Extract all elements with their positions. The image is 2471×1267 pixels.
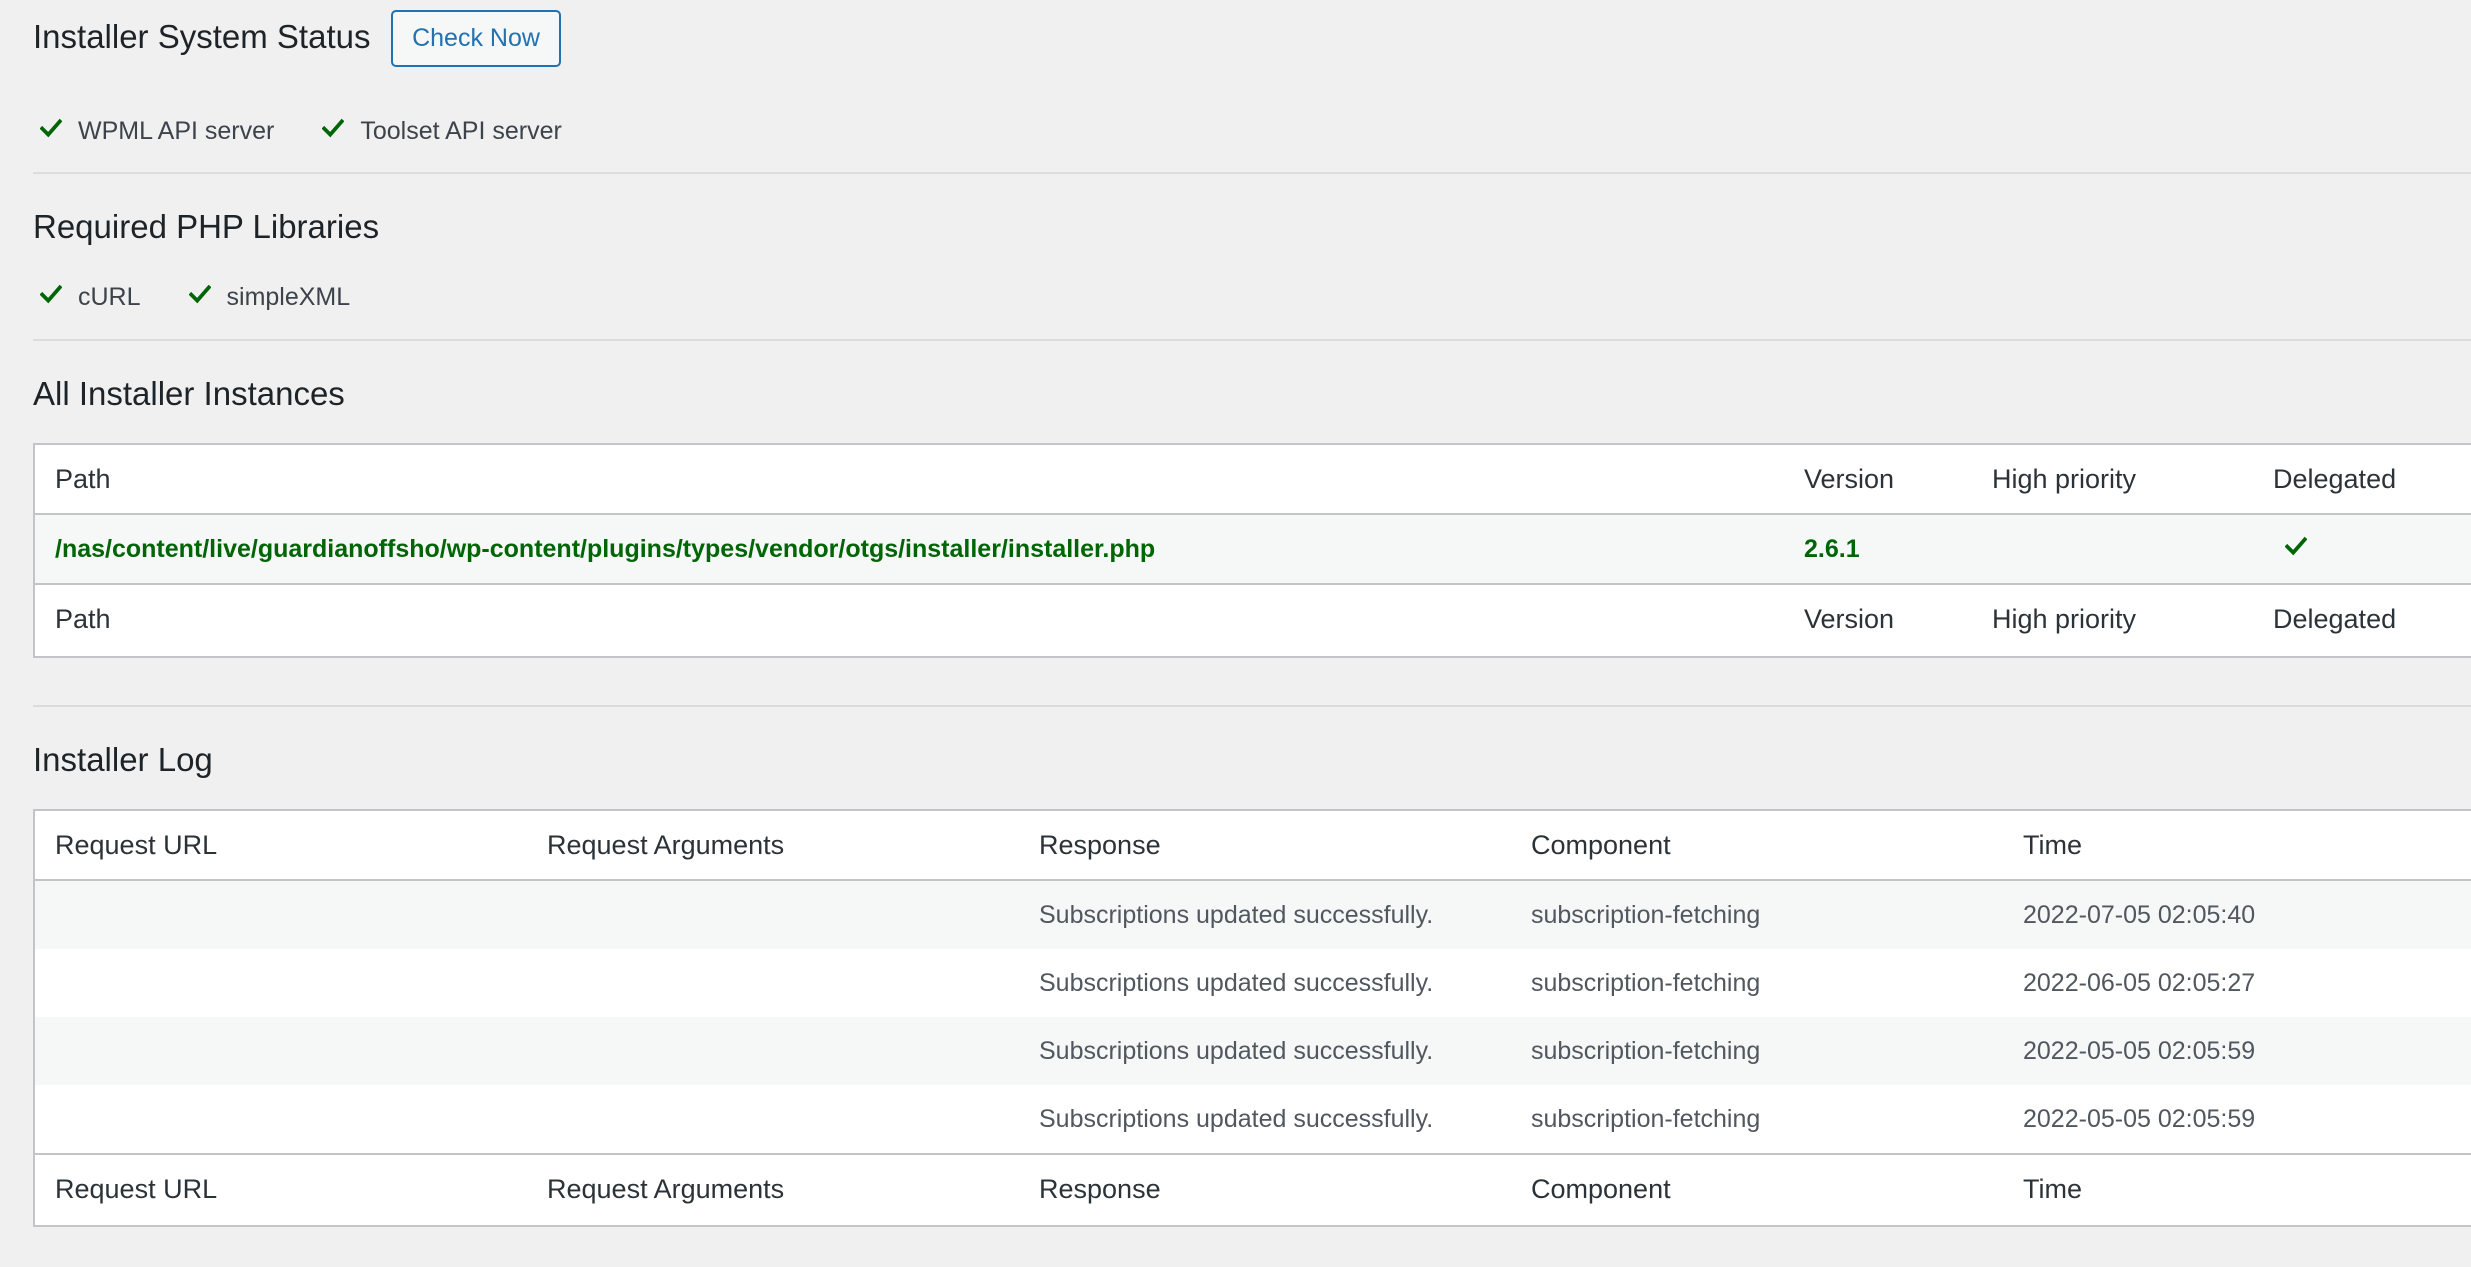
column-footer-request-arguments: Request Arguments (547, 1173, 785, 1204)
log-component: subscription-fetching (1531, 968, 1761, 997)
section-divider (33, 705, 2471, 707)
instance-version: 2.6.1 (1804, 534, 1860, 563)
section-divider (33, 172, 2471, 174)
php-library-curl: cURL (39, 282, 141, 312)
log-component: subscription-fetching (1531, 1036, 1761, 1065)
column-header-response: Response (1039, 829, 1161, 860)
installer-log-title: Installer Log (33, 741, 213, 778)
log-response: Subscriptions updated successfully. (1039, 1104, 1434, 1133)
check-icon (39, 283, 78, 312)
library-label: simpleXML (226, 282, 351, 311)
server-label: Toolset API server (360, 116, 562, 145)
table-row: Subscriptions updated successfully. subs… (35, 949, 2471, 1017)
column-header-delegated: Delegated (2273, 463, 2397, 494)
log-response: Subscriptions updated successfully. (1039, 900, 1434, 929)
log-time: 2022-05-05 02:05:59 (2023, 1104, 2256, 1133)
column-header-request-arguments: Request Arguments (547, 829, 785, 860)
server-status-toolset: Toolset API server (321, 116, 562, 146)
log-time: 2022-06-05 02:05:27 (2023, 968, 2256, 997)
column-header-time: Time (2023, 829, 2082, 860)
check-icon (2284, 535, 2308, 564)
table-row: Subscriptions updated successfully. subs… (35, 881, 2471, 949)
server-status-wpml: WPML API server (39, 116, 275, 146)
check-icon (188, 283, 227, 312)
column-footer-delegated: Delegated (2273, 603, 2397, 634)
table-header-row: Request URL Request Arguments Response C… (35, 811, 2471, 881)
log-time: 2022-07-05 02:05:40 (2023, 900, 2256, 929)
php-library-simplexml: simpleXML (188, 282, 351, 312)
column-header-request-url: Request URL (55, 829, 218, 860)
check-icon (321, 117, 360, 146)
column-footer-path: Path (55, 603, 111, 634)
column-footer-response: Response (1039, 1173, 1161, 1204)
table-header-row: Path Version High priority Delegated (35, 445, 2471, 515)
column-header-component: Component (1531, 829, 1671, 860)
system-status-title: Installer System Status (33, 18, 371, 55)
column-footer-time: Time (2023, 1173, 2082, 1204)
php-library-list: cURL simpleXML (39, 279, 398, 315)
log-response: Subscriptions updated successfully. (1039, 1036, 1434, 1065)
library-label: cURL (78, 282, 141, 311)
section-divider (33, 339, 2471, 341)
installer-log-table: Request URL Request Arguments Response C… (33, 809, 2471, 1227)
log-component: subscription-fetching (1531, 1104, 1761, 1133)
table-row: Subscriptions updated successfully. subs… (35, 1017, 2471, 1085)
log-component: subscription-fetching (1531, 900, 1761, 929)
column-header-version: Version (1804, 463, 1895, 494)
column-footer-version: Version (1804, 603, 1895, 634)
instance-delegated (2284, 515, 2308, 583)
server-status-list: WPML API server Toolset API server (39, 113, 610, 149)
php-libraries-title: Required PHP Libraries (33, 208, 380, 245)
check-now-button[interactable]: Check Now (391, 10, 561, 67)
table-row: /nas/content/live/guardianoffsho/wp-cont… (35, 515, 2471, 583)
instance-path: /nas/content/live/guardianoffsho/wp-cont… (55, 534, 1156, 563)
column-footer-high-priority: High priority (1992, 603, 2137, 634)
column-footer-component: Component (1531, 1173, 1671, 1204)
installer-support-page: Installer System Status Check Now WPML A… (0, 0, 2471, 1267)
table-footer-row: Request URL Request Arguments Response C… (35, 1153, 2471, 1223)
column-footer-request-url: Request URL (55, 1173, 218, 1204)
log-time: 2022-05-05 02:05:59 (2023, 1036, 2256, 1065)
column-header-high-priority: High priority (1992, 463, 2137, 494)
table-row: Subscriptions updated successfully. subs… (35, 1085, 2471, 1153)
log-response: Subscriptions updated successfully. (1039, 968, 1434, 997)
server-label: WPML API server (78, 116, 275, 145)
table-footer-row: Path Version High priority Delegated (35, 583, 2471, 653)
installer-instances-title: All Installer Instances (33, 375, 345, 412)
column-header-path: Path (55, 463, 111, 494)
check-icon (39, 117, 78, 146)
installer-instances-table: Path Version High priority Delegated /na… (33, 443, 2471, 658)
